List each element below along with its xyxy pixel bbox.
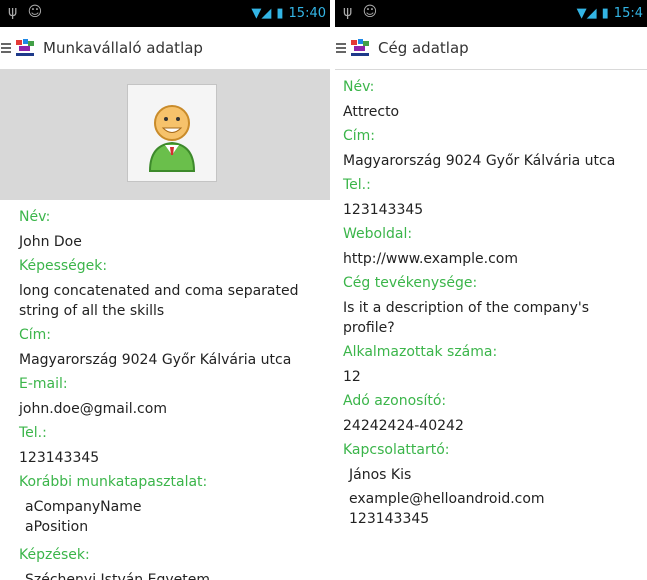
- profile-header: [0, 70, 330, 200]
- activity-label: Cég tevékenysége:: [343, 275, 478, 291]
- website-value[interactable]: http://www.example.com: [343, 249, 647, 269]
- action-bar: Munkavállaló adatlap: [0, 27, 330, 70]
- skills-label: Képességek:: [19, 258, 108, 274]
- app-logo[interactable]: [15, 38, 35, 58]
- experience-label: Korábbi munkatapasztalat:: [19, 474, 208, 490]
- skills-value-line2: string of all the skills: [19, 303, 165, 319]
- avatar[interactable]: [127, 84, 217, 182]
- contact-phone[interactable]: 123143345: [343, 509, 647, 529]
- tax-id-value: 24242424-40242: [343, 418, 464, 434]
- name-value: John Doe: [19, 234, 82, 250]
- phone-label: Tel.:: [343, 177, 371, 193]
- company-screen: ψ ☺ ▼◢ ▮ 15:4 Cég adatlap Név: Attrecto …: [335, 0, 647, 580]
- address-label: Cím:: [343, 128, 376, 144]
- experience-position: aPosition: [25, 519, 89, 535]
- battery-icon: ▮: [276, 6, 284, 21]
- training-value: Széchenyi István Egyetem: [25, 572, 211, 580]
- activity-value-line1: Is it a description of the company's: [343, 300, 590, 316]
- contact-label: Kapcsolattartó:: [343, 442, 450, 458]
- name-label: Név:: [19, 209, 51, 225]
- action-bar: Cég adatlap: [335, 27, 647, 70]
- battery-icon: ▮: [601, 6, 609, 21]
- email-value: john.doe@gmail.com: [19, 401, 167, 417]
- email-label: E-mail:: [19, 376, 68, 392]
- status-time: 15:40: [288, 6, 326, 21]
- name-label: Név:: [343, 79, 375, 95]
- menu-icon[interactable]: [336, 43, 346, 53]
- employees-value: 12: [343, 369, 361, 385]
- employee-screen: ψ ☺ ▼◢ ▮ 15:40 Munkavállaló adatlap Név:…: [0, 0, 330, 580]
- employees-label: Alkalmazottak száma:: [343, 344, 498, 360]
- status-bar: ψ ☺ ▼◢ ▮ 15:4: [335, 0, 647, 27]
- status-bar: ψ ☺ ▼◢ ▮ 15:40: [0, 0, 330, 27]
- status-time: 15:4: [613, 6, 643, 21]
- usb-icon: ψ ☺: [8, 4, 46, 20]
- name-value: Attrecto: [343, 104, 400, 120]
- address-label: Cím:: [19, 327, 52, 343]
- wifi-icon: ▼◢: [251, 6, 272, 21]
- app-logo[interactable]: [350, 38, 370, 58]
- training-label: Képzések:: [19, 547, 90, 563]
- menu-icon[interactable]: [1, 43, 11, 53]
- tax-id-label: Adó azonosító:: [343, 393, 447, 409]
- website-label: Weboldal:: [343, 226, 413, 242]
- activity-value-line2: profile?: [343, 320, 395, 336]
- experience-company: aCompanyName: [25, 499, 142, 515]
- phone-value: 123143345: [19, 450, 100, 466]
- address-value: Magyarország 9024 Győr Kálvária utca: [343, 153, 616, 169]
- phone-value: 123143345: [343, 202, 424, 218]
- page-title: Cég adatlap: [378, 39, 469, 57]
- skills-value-line1: long concatenated and coma separated: [19, 283, 299, 299]
- phone-label: Tel.:: [19, 425, 47, 441]
- address-value: Magyarország 9024 Győr Kálvária utca: [19, 352, 292, 368]
- usb-icon: ψ ☺: [343, 4, 381, 20]
- contact-name: János Kis: [349, 467, 412, 483]
- page-title: Munkavállaló adatlap: [43, 39, 203, 57]
- user-avatar-icon: [148, 105, 196, 172]
- wifi-icon: ▼◢: [576, 6, 597, 21]
- contact-email[interactable]: example@helloandroid.com: [343, 489, 647, 509]
